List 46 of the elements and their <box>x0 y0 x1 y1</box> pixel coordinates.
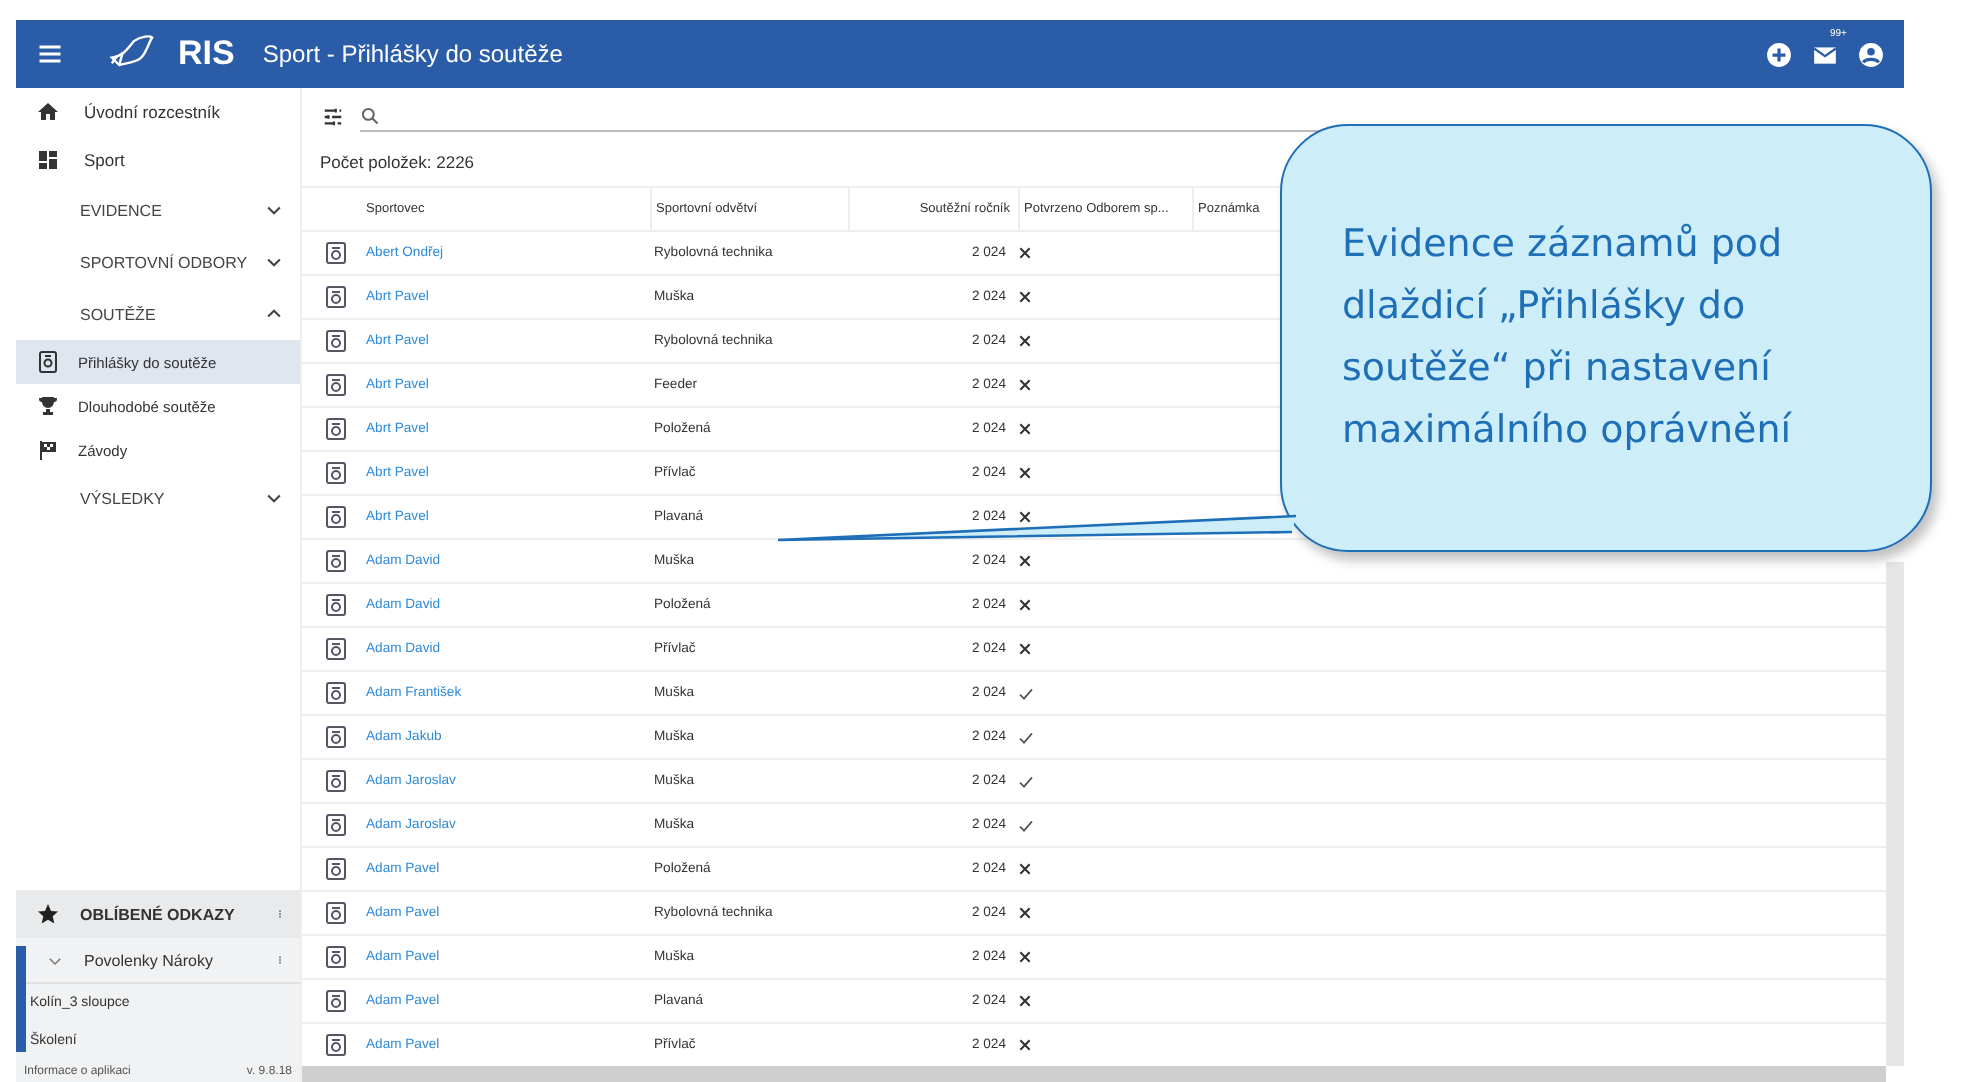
home-icon <box>36 100 60 124</box>
filter-settings-icon[interactable] <box>322 105 344 127</box>
form-icon[interactable] <box>324 284 348 310</box>
form-icon[interactable] <box>324 812 348 838</box>
nav-section[interactable]: VÝSLEDKY <box>16 472 300 524</box>
star-icon <box>36 902 60 926</box>
form-icon[interactable] <box>324 856 348 882</box>
dashboard-icon <box>36 148 60 172</box>
menu-icon[interactable] <box>36 40 64 68</box>
form-icon[interactable] <box>324 328 348 354</box>
mail-icon[interactable] <box>1812 41 1838 67</box>
flag-icon <box>36 438 60 462</box>
add-icon[interactable] <box>1766 41 1792 67</box>
item-count: Počet položek: 2226 <box>318 150 477 176</box>
form-icon[interactable] <box>324 988 348 1014</box>
form-icon[interactable] <box>324 416 348 442</box>
form-icon[interactable] <box>324 900 348 926</box>
nav-section[interactable]: EVIDENCE <box>16 184 300 236</box>
search-icon <box>360 105 380 125</box>
nav-section[interactable]: SOUTĚŽE <box>16 288 300 340</box>
form-icon[interactable] <box>324 548 348 574</box>
logo-text: RIS <box>178 34 235 74</box>
form-icon[interactable] <box>324 372 348 398</box>
form-icon[interactable] <box>324 1032 348 1058</box>
selection-bar <box>16 946 26 1052</box>
nav-item[interactable]: Úvodní rozcestník <box>16 88 300 136</box>
account-icon[interactable] <box>1858 41 1884 67</box>
form-icon <box>36 350 60 374</box>
page-title: Sport - Přihlášky do soutěže <box>262 40 563 68</box>
form-icon[interactable] <box>324 724 348 750</box>
form-icon[interactable] <box>324 592 348 618</box>
form-icon[interactable] <box>324 240 348 266</box>
form-icon[interactable] <box>324 944 348 970</box>
favorites-header: OBLÍBENÉ ODKAZY <box>16 890 300 938</box>
form-icon[interactable] <box>324 460 348 486</box>
nav-item[interactable]: Sport <box>16 136 300 184</box>
horizontal-scrollbar[interactable] <box>302 1066 1886 1082</box>
trophy-icon <box>36 394 60 418</box>
favorites-group[interactable]: Povolenky Nároky <box>26 938 300 984</box>
form-icon[interactable] <box>324 636 348 662</box>
form-icon[interactable] <box>324 680 348 706</box>
vertical-scrollbar[interactable] <box>1886 562 1904 1066</box>
callout-text: Evidence záznamů pod dlaždicí „Přihlášky do soutěže“ při nastavení maximálního oprávnění <box>1342 220 1794 456</box>
form-icon[interactable] <box>324 504 348 530</box>
nav-section[interactable]: SPORTOVNÍ ODBORY <box>16 236 300 288</box>
form-icon[interactable] <box>324 768 348 794</box>
